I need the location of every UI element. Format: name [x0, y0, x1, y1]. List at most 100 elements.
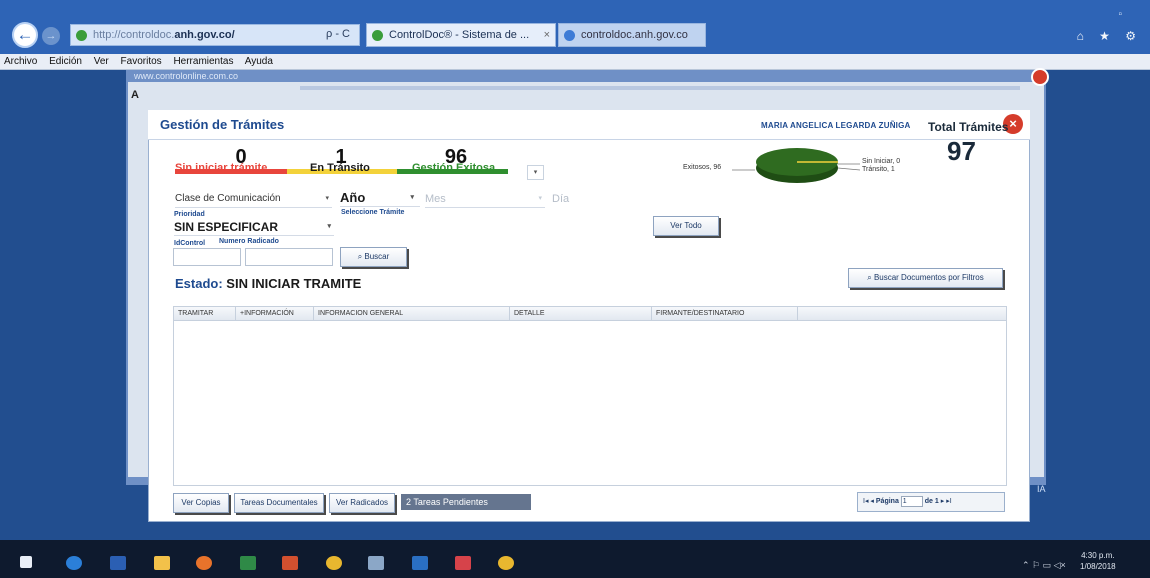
word-icon[interactable] [110, 556, 126, 570]
firefox-icon[interactable] [196, 556, 212, 570]
url-prefix: http://controldoc. [93, 29, 175, 41]
grid-header: TRAMITAR +INFORMACIÓN INFORMACION GENERA… [174, 307, 1006, 321]
col-informacion[interactable]: +INFORMACIÓN [236, 307, 314, 321]
ver-copias-button[interactable]: Ver Copias [173, 493, 229, 513]
seleccione-tramite-label: Seleccione Trámite [341, 209, 405, 216]
tab-controldoc[interactable]: ControlDoc® - Sistema de ... × [366, 23, 556, 47]
start-icon[interactable] [20, 556, 32, 568]
search-refresh-icon[interactable]: ρ ‑ C [326, 28, 350, 40]
menu-bar: Archivo Edición Ver Favoritos Herramient… [0, 54, 1150, 70]
sin-iniciar-link[interactable]: Sin iniciar trámite [175, 162, 267, 174]
user-name: MARIA ANGELICA LEGARDA ZUÑIGA [761, 121, 911, 130]
chrome-icon-2[interactable] [498, 556, 514, 570]
total-tramites-value: 97 [947, 136, 976, 166]
col-firmante-destinatario[interactable]: FIRMANTE/DESTINATARIO [652, 307, 798, 321]
clock[interactable]: 4:30 p.m. 1/08/2018 [1080, 550, 1116, 572]
windows-taskbar [0, 540, 1150, 578]
pie-label-transito: Tránsito, 1 [862, 166, 895, 173]
pie-label-sin-iniciar: Sin Iniciar, 0 [862, 158, 901, 165]
clock-time: 4:30 p.m. [1081, 551, 1115, 560]
estado-heading: Estado: SIN INICIAR TRAMITE [175, 276, 361, 291]
mes-value: Mes [425, 193, 446, 205]
pager-next-icon[interactable]: ▸ [941, 498, 945, 505]
clase-comunicacion-value: Clase de Comunicación [175, 193, 281, 204]
chrome-icon[interactable] [326, 556, 342, 570]
site-favicon-icon [76, 30, 87, 41]
tramites-grid: TRAMITAR +INFORMACIÓN INFORMACION GENERA… [173, 306, 1007, 486]
outer-close-icon[interactable] [1031, 68, 1049, 86]
tab-label: ControlDoc® - Sistema de ... [389, 29, 530, 41]
window-control-icon[interactable]: ▫ [1118, 9, 1122, 20]
ver-radicados-button[interactable]: Ver Radicados [329, 493, 395, 513]
menu-archivo[interactable]: Archivo [4, 56, 37, 67]
pager-first-icon[interactable]: I◂ [863, 498, 868, 505]
pager-label: Página [875, 498, 899, 505]
shield-icon[interactable] [455, 556, 471, 570]
outlook-icon[interactable] [412, 556, 428, 570]
anio-value: Año [340, 190, 366, 205]
chevron-down-icon: ▾ [325, 195, 329, 202]
address-bar[interactable]: http://controldoc.anh.gov.co/ [70, 24, 360, 46]
pager-of: de 1 [924, 498, 939, 505]
ver-todo-button[interactable]: Ver Todo [653, 216, 719, 236]
page-side-text: IA [1037, 484, 1046, 494]
dia-value: Día [552, 193, 570, 205]
page-divider [300, 86, 1020, 90]
app-icon[interactable] [368, 556, 384, 570]
col-detalle[interactable]: DETALLE [510, 307, 652, 321]
internet-explorer-icon[interactable] [66, 556, 82, 570]
forward-button[interactable]: → [42, 27, 60, 45]
idcontrol-label: IdControl [174, 240, 206, 247]
page-url-strip: www.controlonline.com.co [134, 71, 239, 81]
menu-edicion[interactable]: Edición [49, 56, 82, 67]
powerpoint-icon[interactable] [282, 556, 298, 570]
total-tramites-label: Total Trámites [928, 120, 1009, 134]
menu-herramientas[interactable]: Herramientas [173, 56, 233, 67]
chevron-down-icon: ▾ [538, 195, 542, 202]
clase-comunicacion-select[interactable]: Clase de Comunicación ▾ [175, 191, 332, 208]
modal-title: Gestión de Trámites [160, 117, 285, 132]
dia-select[interactable]: Día [552, 191, 632, 208]
tramites-pie-chart [732, 148, 861, 183]
url-domain: anh.gov.co/ [174, 29, 235, 41]
menu-ver[interactable]: Ver [94, 56, 109, 67]
system-tray-icons[interactable]: ⌃ ⚐ ▭ ◁× [1022, 560, 1066, 571]
numero-radicado-input[interactable] [245, 248, 333, 266]
anio-select[interactable]: Año ▾ [340, 190, 420, 207]
prioridad-select[interactable]: SIN ESPECIFICAR ▾ [174, 219, 334, 236]
status-dropdown[interactable]: ▾ [527, 165, 544, 180]
clock-date: 1/08/2018 [1080, 562, 1116, 571]
idcontrol-input[interactable] [173, 248, 241, 266]
en-transito-link[interactable]: En Tránsito [310, 162, 370, 174]
estado-value: SIN INICIAR TRAMITE [226, 276, 362, 291]
pager-last-icon[interactable]: ▸I [946, 498, 951, 505]
home-favorites-tools-icons[interactable]: ⌂ ★ ⚙ [1077, 29, 1142, 43]
buscar-button[interactable]: ⌕ Buscar [340, 247, 407, 267]
tab-close-icon[interactable]: × [544, 24, 550, 46]
page-number-input[interactable]: 1 [900, 495, 923, 507]
back-button[interactable]: ← [12, 22, 38, 48]
file-explorer-icon[interactable] [154, 556, 170, 570]
binoculars-icon: ⌕ [867, 273, 874, 282]
chevron-down-icon: ▾ [410, 194, 414, 201]
pie-leader-transito [837, 167, 861, 171]
col-tramitar[interactable]: TRAMITAR [174, 307, 236, 321]
tab-ie-icon [564, 30, 575, 41]
numero-radicado-label: Numero Radicado [219, 238, 279, 245]
buscar-documentos-filtros-button[interactable]: ⌕ Buscar Documentos por Filtros [848, 268, 1003, 288]
exitosa-link[interactable]: Gestión Exitosa [412, 162, 495, 174]
menu-ayuda[interactable]: Ayuda [245, 56, 273, 67]
page-side-letter: A [131, 89, 139, 101]
excel-icon[interactable] [240, 556, 256, 570]
pager-prev-icon[interactable]: ◂ [870, 498, 874, 505]
estado-label: Estado: [175, 276, 223, 291]
chevron-down-icon: ▾ [327, 223, 331, 230]
col-informacion-general[interactable]: INFORMACION GENERAL [314, 307, 510, 321]
tareas-pendientes-badge: 2 Tareas Pendientes [401, 494, 531, 510]
menu-favoritos[interactable]: Favoritos [121, 56, 162, 67]
buscar-label: Buscar [364, 252, 390, 261]
prioridad-label: Prioridad [174, 211, 205, 218]
tab-controldoc-domain[interactable]: controldoc.anh.gov.co [558, 23, 706, 47]
mes-select[interactable]: Mes ▾ [425, 191, 545, 208]
tareas-documentales-button[interactable]: Tareas Documentales [234, 493, 324, 513]
